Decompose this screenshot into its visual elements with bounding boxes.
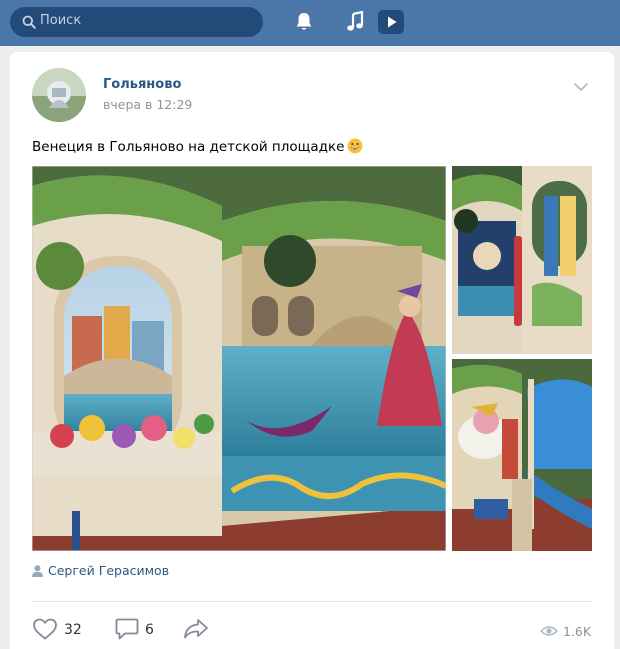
like-count: 32 (64, 622, 82, 638)
search-icon (22, 15, 36, 29)
post-text-content: Венеция в Гольяново на детской площадке (32, 139, 345, 155)
post-photo-bottom-right[interactable] (452, 359, 592, 551)
divider (32, 601, 592, 602)
comment-icon (115, 618, 139, 640)
post-card: Гольяново вчера в 12:29 Венеция в Гольян… (10, 52, 614, 649)
music-icon[interactable] (346, 11, 364, 33)
comment-count: 6 (145, 622, 154, 638)
grinning-emoji-icon (347, 138, 363, 154)
eye-icon (540, 626, 558, 636)
post-photo-top-right[interactable] (452, 166, 592, 354)
bell-icon[interactable] (294, 11, 314, 33)
post-text: Венеция в Гольяново на детской площадке (32, 138, 363, 155)
avatar[interactable] (32, 68, 86, 122)
search-box[interactable]: Поиск (10, 7, 263, 37)
top-navigation-bar: Поиск (0, 0, 620, 46)
post-author[interactable]: Гольяново (103, 77, 181, 92)
chevron-down-icon[interactable] (573, 82, 589, 92)
views-count: 1.6K (563, 624, 592, 639)
search-placeholder: Поиск (40, 13, 82, 28)
post-date[interactable]: вчера в 12:29 (103, 97, 192, 112)
signer-name[interactable]: Сергей Герасимов (48, 563, 169, 578)
post-photo-main[interactable] (32, 166, 446, 551)
person-icon (32, 565, 43, 577)
video-icon[interactable] (378, 10, 404, 34)
heart-icon (33, 618, 57, 640)
share-icon (184, 619, 208, 639)
